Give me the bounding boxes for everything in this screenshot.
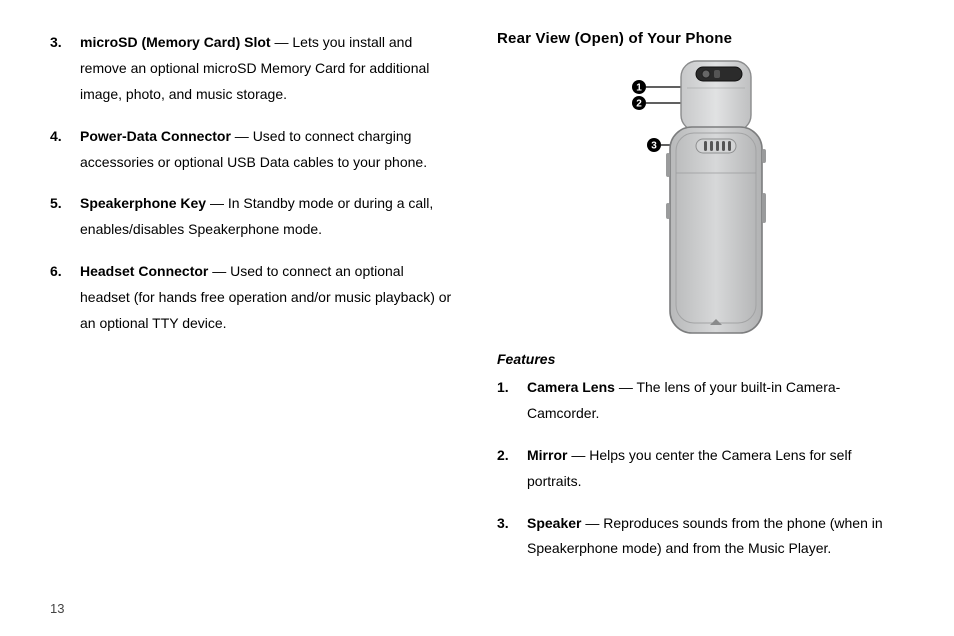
item-number: 4. [50, 124, 80, 150]
item-term: Mirror [527, 447, 567, 463]
item-description: — Helps you center the Camera Lens for s… [527, 447, 851, 489]
item-body: microSD (Memory Card) Slot — Lets you in… [80, 30, 457, 108]
item-body: Power-Data Connector — Used to connect c… [80, 124, 457, 176]
two-column-layout: 3.microSD (Memory Card) Slot — Lets you … [50, 30, 904, 593]
item-body: Camera Lens — The lens of your built-in … [527, 375, 904, 427]
feature-item: 6. Headset Connector — Used to connect a… [50, 259, 457, 337]
item-term: microSD (Memory Card) Slot [80, 34, 271, 50]
manual-page: 3.microSD (Memory Card) Slot — Lets you … [0, 0, 954, 636]
feature-item: 3.Speaker — Reproduces sounds from the p… [497, 511, 904, 563]
feature-item: 1.Camera Lens — The lens of your built-i… [497, 375, 904, 427]
features-subheading: Features [497, 351, 904, 367]
item-number: 6. [50, 259, 80, 285]
item-body: Speaker — Reproduces sounds from the pho… [527, 511, 904, 563]
callout-label-1: 1 [636, 83, 642, 94]
right-feature-list: 1.Camera Lens — The lens of your built-i… [497, 375, 904, 562]
item-term: Speaker [527, 515, 581, 531]
feature-item: 2.Mirror — Helps you center the Camera L… [497, 443, 904, 495]
phone-rear-illustration: 1 2 3 [586, 53, 816, 343]
item-term: Power-Data Connector [80, 128, 231, 144]
item-body: Headset Connector — Used to connect an o… [80, 259, 457, 337]
item-body: Speakerphone Key — In Standby mode or du… [80, 191, 457, 243]
feature-item: 5.Speakerphone Key — In Standby mode or … [50, 191, 457, 243]
item-number: 2. [497, 443, 527, 469]
item-term: Speakerphone Key [80, 195, 206, 211]
item-body: Mirror — Helps you center the Camera Len… [527, 443, 904, 495]
callout-label-3: 3 [651, 141, 657, 152]
right-column: Rear View (Open) of Your Phone 1 [497, 30, 904, 593]
page-number: 13 [50, 593, 904, 616]
feature-item: 3.microSD (Memory Card) Slot — Lets you … [50, 30, 457, 108]
rear-view-heading: Rear View (Open) of Your Phone [497, 30, 904, 47]
item-number: 5. [50, 191, 80, 217]
item-number: 3. [497, 511, 527, 537]
item-description: — Reproduces sounds from the phone (when… [527, 515, 883, 557]
item-term: Headset Connector [80, 263, 208, 279]
item-number: 1. [497, 375, 527, 401]
feature-item: 4.Power-Data Connector — Used to connect… [50, 124, 457, 176]
left-column: 3.microSD (Memory Card) Slot — Lets you … [50, 30, 457, 593]
item-number: 3. [50, 30, 80, 56]
left-feature-list: 3.microSD (Memory Card) Slot — Lets you … [50, 30, 457, 337]
phone-diagram: 1 2 3 [497, 53, 904, 343]
callout-label-2: 2 [636, 99, 642, 110]
item-term: Camera Lens [527, 379, 615, 395]
